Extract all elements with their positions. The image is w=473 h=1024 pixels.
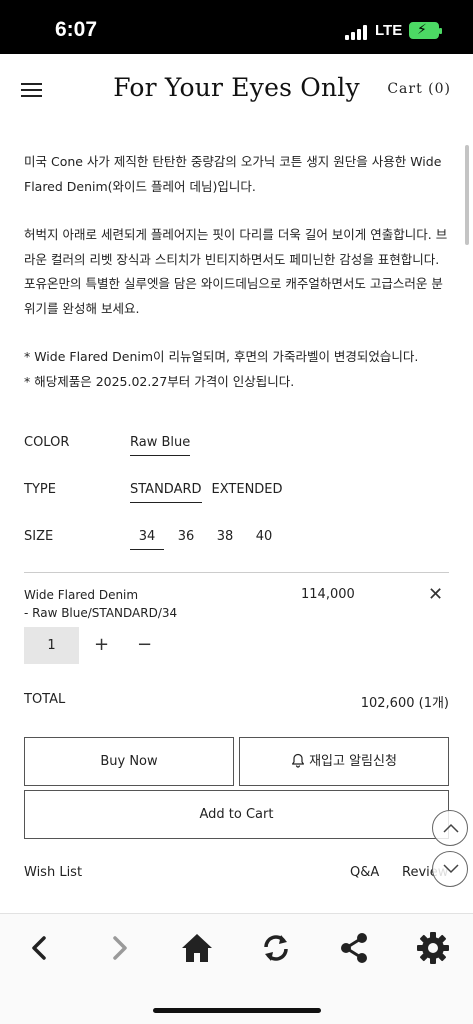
scroll-to-top-button[interactable] (432, 810, 468, 846)
size-option-38[interactable]: 38 (208, 529, 242, 550)
wish-list-link[interactable]: Wish List (24, 865, 82, 880)
scrollbar[interactable] (465, 145, 469, 245)
size-label: SIZE (24, 529, 54, 544)
description-note: * 해당제품은 2025.02.27부터 가격이 인상됩니다. (24, 373, 295, 389)
home-indicator (153, 1008, 321, 1013)
scroll-to-bottom-button[interactable] (432, 851, 468, 887)
description-note: * Wide Flared Denim이 리뉴얼되며, 후면의 가죽라벨이 변경… (24, 349, 419, 364)
quantity-increase-button[interactable]: + (94, 634, 109, 655)
total-value: 102,600 (1개) (360, 696, 449, 711)
remove-item-close-icon[interactable]: ✕ (428, 584, 443, 605)
settings-icon[interactable] (415, 930, 451, 966)
size-option-36[interactable]: 36 (169, 529, 203, 550)
status-bar: 6:07 LTE ⚡ (0, 0, 473, 54)
browser-toolbar (0, 914, 473, 1024)
selected-item-title: Wide Flared Denim (24, 588, 139, 602)
quantity-input[interactable]: 1 (24, 627, 79, 664)
size-option-40[interactable]: 40 (247, 529, 281, 550)
selected-item-variant: - Raw Blue/STANDARD/34 (24, 606, 178, 620)
bell-icon (292, 753, 305, 768)
home-icon[interactable] (179, 930, 215, 966)
battery-icon: ⚡ (409, 22, 442, 39)
selected-item-price: 114,000 (301, 587, 355, 602)
quantity-decrease-button[interactable]: − (137, 634, 152, 655)
product-description: 미국 Cone 사가 제직한 탄탄한 중량감의 오가닉 코튼 생지 원단을 사용… (24, 150, 454, 394)
share-icon[interactable] (336, 930, 372, 966)
qna-link[interactable]: Q&A (350, 865, 379, 880)
buy-now-button[interactable]: Buy Now (24, 737, 234, 786)
color-label: COLOR (24, 435, 70, 450)
forward-icon[interactable] (101, 930, 137, 966)
type-label: TYPE (24, 482, 56, 497)
description-paragraph: 미국 Cone 사가 제직한 탄탄한 중량감의 오가닉 코튼 생지 원단을 사용… (24, 154, 442, 194)
selected-item-name: Wide Flared Denim - Raw Blue/STANDARD/34 (24, 586, 177, 622)
cart-link[interactable]: Cart (0) (387, 81, 451, 97)
restock-alert-label: 재입고 알림신청 (309, 754, 397, 769)
size-option-34[interactable]: 34 (130, 529, 164, 550)
divider (24, 572, 449, 573)
chevron-up-icon (443, 823, 459, 833)
color-option-raw-blue[interactable]: Raw Blue (130, 435, 191, 456)
back-icon[interactable] (22, 930, 58, 966)
description-paragraph: 허벅지 아래로 세련되게 플레어지는 핏이 다리를 더욱 길어 보이게 연출합니… (24, 227, 448, 316)
total-label: TOTAL (24, 692, 66, 707)
reload-icon[interactable] (258, 930, 294, 966)
type-option-standard[interactable]: STANDARD (130, 482, 202, 503)
site-header: For Your Eyes Only Cart (0) (0, 54, 473, 124)
restock-alert-button[interactable]: 재입고 알림신청 (239, 737, 449, 786)
status-time: 6:07 (55, 18, 98, 41)
type-option-extended[interactable]: EXTENDED (212, 482, 283, 503)
chevron-down-icon (443, 864, 459, 874)
signal-icon (345, 24, 369, 40)
network-type: LTE (375, 22, 403, 39)
add-to-cart-button[interactable]: Add to Cart (24, 790, 449, 839)
